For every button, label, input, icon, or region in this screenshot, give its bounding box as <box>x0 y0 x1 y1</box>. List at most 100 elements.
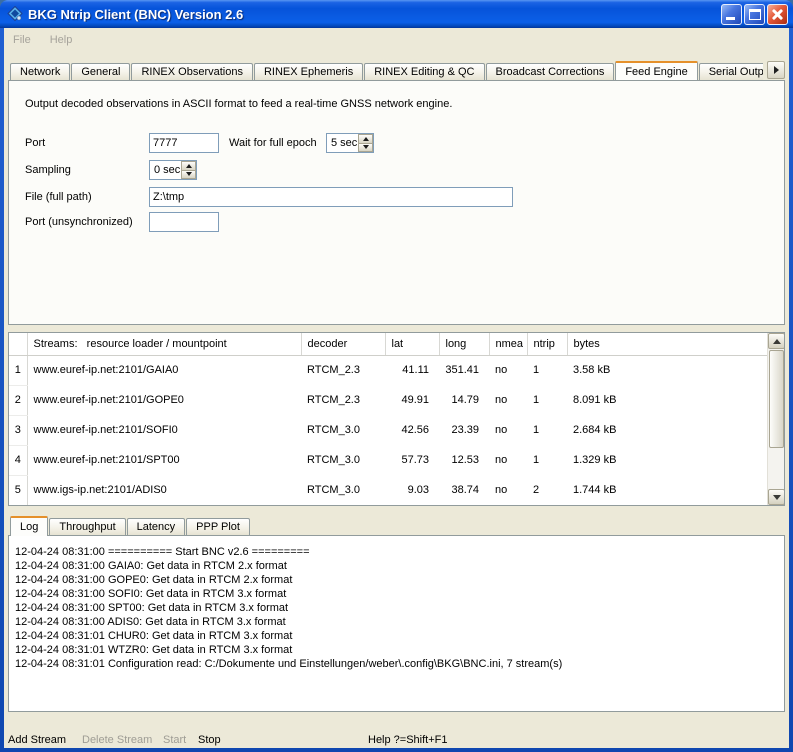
cell-ntrip[interactable]: 1 <box>527 415 567 445</box>
cell-decoder[interactable]: RTCM_2.3 <box>301 355 385 385</box>
row-number[interactable]: 4 <box>9 445 27 475</box>
cell-long[interactable]: 351.41 <box>439 355 489 385</box>
cell-lat[interactable]: 57.73 <box>385 445 439 475</box>
cell-decoder[interactable]: RTCM_2.3 <box>301 385 385 415</box>
tab-latency[interactable]: Latency <box>127 518 186 535</box>
minimize-button[interactable] <box>721 4 742 25</box>
wait-epoch-spin-down-button[interactable] <box>358 144 373 153</box>
wait-epoch-spinner[interactable]: 5 sec <box>326 133 374 153</box>
tab-rinex-ephemeris[interactable]: RINEX Ephemeris <box>254 63 363 80</box>
cell-decoder[interactable]: RTCM_3.0 <box>301 475 385 505</box>
cell-bytes[interactable]: 2.684 kB <box>567 415 767 445</box>
scroll-up-button[interactable] <box>768 333 785 349</box>
cell-bytes[interactable]: 3.58 kB <box>567 355 767 385</box>
col-header-nmea[interactable]: nmea <box>489 333 527 355</box>
menubar: File Help <box>4 28 789 52</box>
col-header-mountpoint[interactable]: Streams: resource loader / mountpoint <box>27 333 301 355</box>
col-header-ntrip[interactable]: ntrip <box>527 333 567 355</box>
titlebar[interactable]: BKG Ntrip Client (BNC) Version 2.6 <box>0 0 793 28</box>
cell-decoder[interactable]: RTCM_3.0 <box>301 415 385 445</box>
sampling-spinner[interactable]: 0 sec <box>149 160 197 180</box>
table-scrollbar[interactable] <box>767 333 784 505</box>
tab-rinex-editing-qc[interactable]: RINEX Editing & QC <box>364 63 484 80</box>
stream-row[interactable]: 2 www.euref-ip.net:2101/GOPE0 RTCM_2.3 4… <box>9 385 767 415</box>
col-header-decoder[interactable]: decoder <box>301 333 385 355</box>
cell-mountpoint[interactable]: www.euref-ip.net:2101/GAIA0 <box>27 355 301 385</box>
cell-nmea[interactable]: no <box>489 385 527 415</box>
cell-ntrip[interactable]: 2 <box>527 475 567 505</box>
scroll-down-button[interactable] <box>768 489 785 505</box>
cell-mountpoint[interactable]: www.euref-ip.net:2101/SOFI0 <box>27 415 301 445</box>
col-header-long[interactable]: long <box>439 333 489 355</box>
tab-scroll-right-button[interactable] <box>767 61 785 79</box>
cell-long[interactable]: 12.53 <box>439 445 489 475</box>
tab-throughput[interactable]: Throughput <box>49 518 125 535</box>
row-number[interactable]: 5 <box>9 475 27 505</box>
log-panel[interactable]: 12-04-24 08:31:00 ========== Start BNC v… <box>8 535 785 712</box>
stop-button[interactable]: Stop <box>198 730 221 750</box>
stream-row[interactable]: 1 www.euref-ip.net:2101/GAIA0 RTCM_2.3 4… <box>9 355 767 385</box>
cell-long[interactable]: 38.74 <box>439 475 489 505</box>
wait-epoch-spin-up-button[interactable] <box>358 134 373 144</box>
port-unsync-input[interactable] <box>149 212 219 232</box>
cell-nmea[interactable]: no <box>489 475 527 505</box>
cell-ntrip[interactable]: 1 <box>527 445 567 475</box>
row-number[interactable]: 1 <box>9 355 27 385</box>
stream-row[interactable]: 4 www.euref-ip.net:2101/SPT00 RTCM_3.0 5… <box>9 445 767 475</box>
cell-decoder[interactable]: RTCM_3.0 <box>301 445 385 475</box>
wait-epoch-value: 5 sec <box>331 134 357 152</box>
cell-nmea[interactable]: no <box>489 355 527 385</box>
sampling-spin-up-button[interactable] <box>181 161 196 171</box>
menu-help[interactable]: Help <box>50 34 73 46</box>
tab-serial-output[interactable]: Serial Output <box>699 63 763 80</box>
cell-mountpoint[interactable]: www.igs-ip.net:2101/ADIS0 <box>27 475 301 505</box>
delete-stream-button[interactable]: Delete Stream <box>82 730 152 750</box>
file-path-input[interactable] <box>149 187 513 207</box>
add-stream-button[interactable]: Add Stream <box>8 730 66 750</box>
tab-broadcast-corrections[interactable]: Broadcast Corrections <box>486 63 615 80</box>
cell-lat[interactable]: 41.11 <box>385 355 439 385</box>
app-icon[interactable] <box>7 6 23 22</box>
start-button[interactable]: Start <box>163 730 186 750</box>
cell-long[interactable]: 14.79 <box>439 385 489 415</box>
maximize-button[interactable] <box>744 4 765 25</box>
row-number[interactable]: 3 <box>9 415 27 445</box>
port-input[interactable] <box>149 133 219 153</box>
help-button[interactable]: Help ?=Shift+F1 <box>368 730 448 750</box>
row-number[interactable]: 2 <box>9 385 27 415</box>
cell-mountpoint[interactable]: www.euref-ip.net:2101/SPT00 <box>27 445 301 475</box>
cell-bytes[interactable]: 1.744 kB <box>567 475 767 505</box>
tab-ppp-plot[interactable]: PPP Plot <box>186 518 250 535</box>
close-icon <box>768 5 787 24</box>
tab-log[interactable]: Log <box>10 516 48 536</box>
cell-lat[interactable]: 49.91 <box>385 385 439 415</box>
scrollbar-thumb[interactable] <box>769 350 784 448</box>
menu-file[interactable]: File <box>13 34 31 46</box>
sampling-spin-down-button[interactable] <box>181 171 196 180</box>
tab-feed-engine[interactable]: Feed Engine <box>615 61 697 80</box>
col-header-bytes[interactable]: bytes <box>567 333 767 355</box>
col-header-lat[interactable]: lat <box>385 333 439 355</box>
cell-long[interactable]: 23.39 <box>439 415 489 445</box>
corner-header[interactable] <box>9 333 27 355</box>
chevron-down-icon <box>186 172 192 176</box>
tab-network[interactable]: Network <box>10 63 70 80</box>
cell-lat[interactable]: 42.56 <box>385 415 439 445</box>
cell-bytes[interactable]: 1.329 kB <box>567 445 767 475</box>
tab-rinex-observations[interactable]: RINEX Observations <box>131 63 252 80</box>
cell-nmea[interactable]: no <box>489 415 527 445</box>
chevron-right-icon <box>774 66 779 74</box>
cell-nmea[interactable]: no <box>489 445 527 475</box>
tab-general[interactable]: General <box>71 63 130 80</box>
bnc-window: BKG Ntrip Client (BNC) Version 2.6 File … <box>0 0 793 752</box>
chevron-up-icon <box>773 339 781 344</box>
cell-ntrip[interactable]: 1 <box>527 385 567 415</box>
stream-row[interactable]: 3 www.euref-ip.net:2101/SOFI0 RTCM_3.0 4… <box>9 415 767 445</box>
cell-mountpoint[interactable]: www.euref-ip.net:2101/GOPE0 <box>27 385 301 415</box>
cell-bytes[interactable]: 8.091 kB <box>567 385 767 415</box>
close-button[interactable] <box>767 4 788 25</box>
stream-row[interactable]: 5 www.igs-ip.net:2101/ADIS0 RTCM_3.0 9.0… <box>9 475 767 505</box>
cell-ntrip[interactable]: 1 <box>527 355 567 385</box>
cell-lat[interactable]: 9.03 <box>385 475 439 505</box>
chevron-up-icon <box>186 164 192 168</box>
